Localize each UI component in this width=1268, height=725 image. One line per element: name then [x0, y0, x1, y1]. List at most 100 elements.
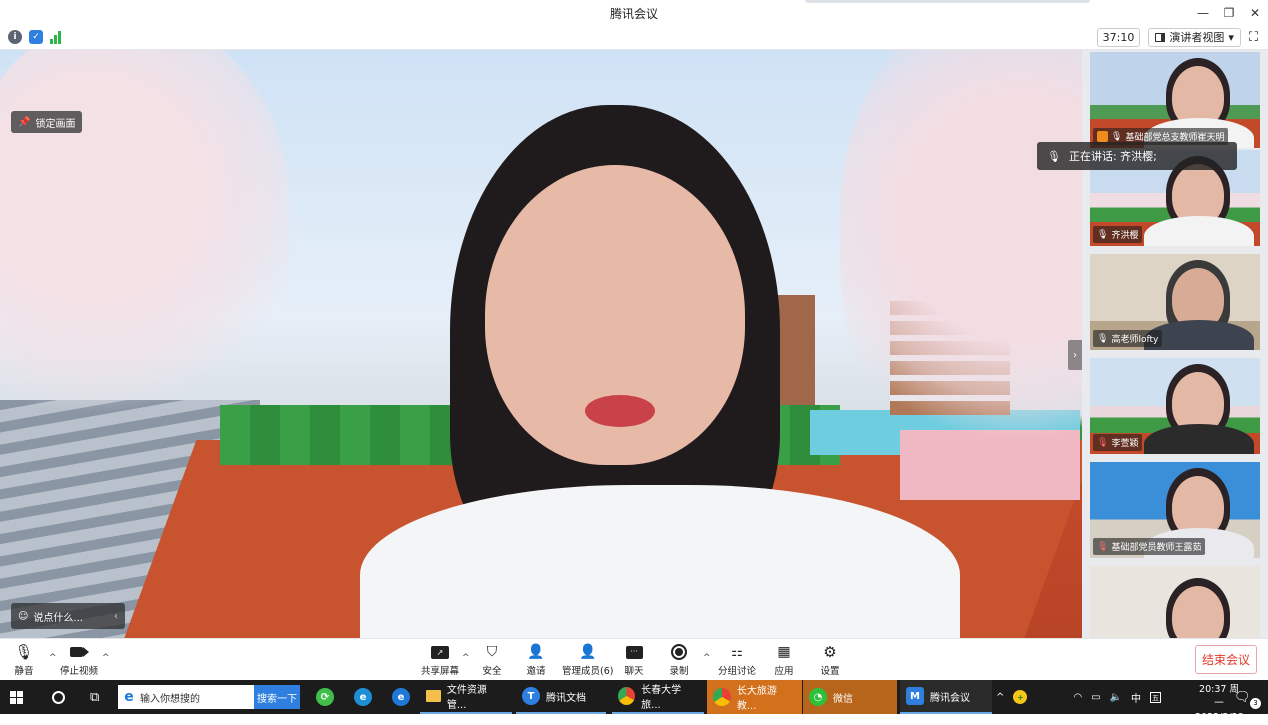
minimize-icon[interactable]: —: [1190, 0, 1216, 26]
mute-button[interactable]: 🎙 静音: [14, 643, 34, 677]
start-button[interactable]: [4, 680, 29, 714]
taskbar-app-label: 微信: [833, 693, 853, 705]
participant-tile[interactable]: [1090, 566, 1260, 638]
participant-tile[interactable]: 🎙 李萱颖: [1090, 358, 1260, 454]
chat-quick-input[interactable]: ☺ 说点什么... ‹: [11, 603, 125, 629]
taskbar-search-button[interactable]: 搜索一下: [254, 685, 300, 709]
shield-icon: ⛉: [486, 644, 498, 660]
shield-icon[interactable]: ✓: [29, 30, 43, 44]
wechat-icon: ◔: [809, 688, 827, 706]
record-icon: [669, 643, 689, 661]
edge-icon: e: [354, 688, 372, 706]
system-tray: ^ + ◠ ▭ 🔈 中 五: [996, 680, 1162, 714]
ie-icon: e: [392, 688, 410, 706]
chat-button[interactable]: ··· 聊天: [624, 643, 644, 677]
record-button[interactable]: 录制: [669, 643, 689, 677]
stop-video-label: 停止视频: [60, 666, 99, 677]
taskbar-app-tencent-docs[interactable]: T 腾讯文档: [516, 680, 606, 714]
participant-tile[interactable]: 🎙 高老师lofty: [1090, 254, 1260, 350]
participant-label: 🎙 高老师lofty: [1093, 330, 1163, 347]
settings-button[interactable]: ⚙ 设置: [820, 643, 840, 677]
cherry-blossom-left: [0, 50, 290, 440]
security-button[interactable]: ⛉ 安全: [482, 643, 502, 677]
share-screen-button[interactable]: ↗ 共享屏幕: [421, 643, 459, 677]
participant-name: 基础部党员教师王露茹: [1111, 543, 1202, 553]
window-titlebar: 腾讯会议 — ❐ ✕: [0, 0, 1268, 26]
taskbar-app-tencent-meeting[interactable]: M 腾讯会议: [900, 680, 992, 714]
participant-tile[interactable]: 🎙 基础部党员教师王露茹: [1090, 462, 1260, 558]
chevron-up-icon[interactable]: ^: [49, 653, 57, 663]
security-label: 安全: [482, 666, 502, 677]
mute-label: 静音: [14, 666, 34, 677]
taskbar-app-360[interactable]: ⟳: [310, 680, 340, 714]
chevron-up-icon[interactable]: ^: [996, 692, 1004, 703]
manage-members-button[interactable]: 👤 管理成员(6): [562, 643, 613, 677]
wifi-icon[interactable]: ◠: [1073, 692, 1082, 703]
cortana-button[interactable]: [46, 680, 71, 714]
calendar-icon[interactable]: 五: [1150, 691, 1162, 703]
gear-icon: ⚙: [823, 643, 837, 661]
taskbar-app-wechat[interactable]: ◔ 微信: [803, 680, 897, 714]
participant-name: 齐洪樱: [1111, 231, 1139, 241]
notification-count: 3: [1250, 698, 1261, 709]
task-view-button[interactable]: ⧉: [84, 680, 105, 714]
participant-label: 🎙 齐洪樱: [1093, 226, 1143, 243]
main-video[interactable]: 📌 锁定画面 ☺ 说点什么... ‹: [0, 50, 1082, 638]
lock-view-label: 锁定画面: [35, 118, 76, 130]
notification-button[interactable]: 🗨 3: [1228, 680, 1261, 714]
chrome-icon: [713, 688, 731, 706]
battery-icon[interactable]: ▭: [1091, 692, 1100, 703]
taskbar-app-ie[interactable]: e: [386, 680, 416, 714]
signal-icon[interactable]: [50, 30, 61, 44]
chevron-left-icon[interactable]: ‹: [114, 611, 118, 622]
info-icon[interactable]: i: [8, 30, 22, 44]
chevron-up-icon[interactable]: ^: [703, 653, 711, 663]
mic-muted-icon: 🎙: [1097, 437, 1109, 448]
end-meeting-button[interactable]: 结束会议: [1195, 645, 1257, 674]
window-title: 腾讯会议: [609, 6, 658, 21]
share-screen-label: 共享屏幕: [421, 666, 460, 677]
host-icon: [1097, 131, 1108, 142]
participant-label: 🎙 李萱颖: [1093, 434, 1143, 451]
collapse-panel-handle[interactable]: ›: [1068, 340, 1082, 370]
maximize-icon[interactable]: ❐: [1216, 0, 1242, 26]
invite-button[interactable]: 👤 邀请: [526, 643, 546, 677]
lock-view-button[interactable]: 📌 锁定画面: [11, 111, 83, 133]
view-label: 演讲者视图: [1169, 30, 1225, 44]
search-placeholder: 输入你想搜的: [140, 693, 200, 705]
apps-label: 应用: [774, 666, 794, 677]
mic-icon: 🎙: [1047, 149, 1061, 163]
chevron-up-icon[interactable]: ^: [102, 653, 110, 663]
volume-icon[interactable]: 🔈: [1110, 692, 1122, 703]
speaker-view-button[interactable]: 演讲者视图 ▾: [1148, 28, 1241, 47]
chat-quick-placeholder: 说点什么...: [33, 612, 83, 624]
ime-indicator[interactable]: 中: [1131, 690, 1141, 705]
camera-icon: [69, 643, 89, 661]
breakout-rooms-button[interactable]: ⚏ 分组讨论: [718, 643, 756, 678]
participant-tile[interactable]: 🎙 基础部党总支教师崔天明: [1090, 52, 1260, 148]
speaker-mouth: [585, 395, 655, 427]
taskbar-app-chrome-2[interactable]: 长大旅游教...: [707, 680, 802, 714]
participant-gallery: 🎙 基础部党总支教师崔天明 🎙 齐洪樱 🎙 高老师lofty 🎙 李萱颖 🎙 基…: [1082, 50, 1268, 638]
chrome-icon: [618, 687, 636, 705]
chevron-up-icon[interactable]: ^: [462, 653, 470, 663]
share-screen-icon: ↗: [430, 643, 450, 661]
stop-video-button[interactable]: 停止视频: [60, 643, 98, 677]
taskbar-search-input[interactable]: e 输入你想搜的: [118, 685, 254, 709]
chat-icon: ···: [624, 643, 644, 661]
apps-button[interactable]: ▦ 应用: [774, 643, 794, 677]
participant-name: 李萱颖: [1111, 439, 1139, 449]
tray-app-icon[interactable]: +: [1013, 690, 1028, 704]
fullscreen-icon[interactable]: ⛶: [1249, 30, 1258, 45]
notification-icon: 🗨: [1234, 689, 1251, 705]
layout-icon: [1155, 33, 1166, 42]
members-icon: 👤: [579, 644, 597, 660]
emoji-icon[interactable]: ☺: [18, 611, 28, 622]
meeting-infobar: i ✓ 37:10 演讲者视图 ▾ ⛶: [0, 26, 1268, 50]
close-icon[interactable]: ✕: [1242, 0, 1268, 26]
taskbar-app-chrome[interactable]: 长春大学旅...: [612, 680, 704, 714]
window-controls: — ❐ ✕: [1190, 0, 1268, 26]
taskbar-app-explorer[interactable]: 文件资源管...: [420, 680, 512, 714]
mic-icon: 🎙: [1097, 229, 1109, 240]
taskbar-app-edge[interactable]: e: [348, 680, 378, 714]
